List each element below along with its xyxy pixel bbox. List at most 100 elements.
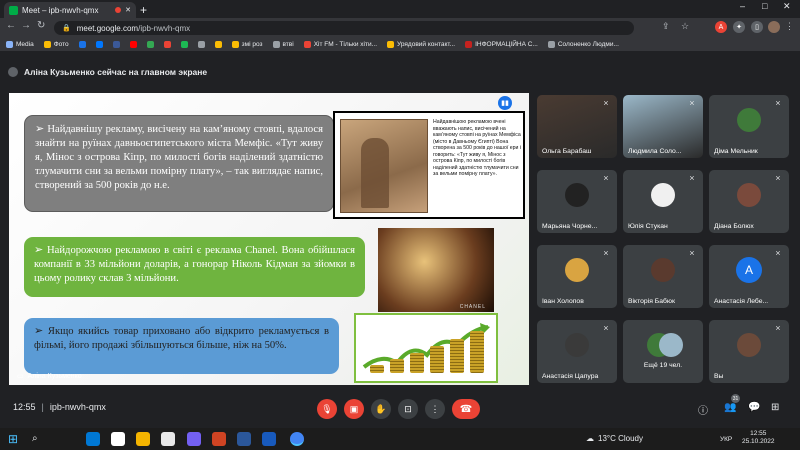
- bookmark-label: Фото: [53, 41, 69, 48]
- taskbar-app-icon[interactable]: [262, 432, 276, 446]
- participant-tile[interactable]: А ⨯ Анастасія Лебе...: [709, 245, 789, 308]
- participant-tile[interactable]: ⨯ Вы: [709, 320, 789, 383]
- bullet-arrow-icon: ➢: [35, 123, 48, 135]
- mic-muted-icon: ⨯: [689, 250, 695, 257]
- present-screen-button[interactable]: ⊡: [398, 399, 418, 419]
- browser-tab-meet[interactable]: Meet – ipb-nwvh-qmx ✕: [4, 2, 136, 18]
- sidebar-icon[interactable]: ▯: [751, 21, 763, 33]
- bookmark-item[interactable]: [95, 41, 103, 48]
- bookmark-item[interactable]: [129, 41, 137, 48]
- taskbar-app-icon[interactable]: [86, 432, 100, 446]
- address-bar[interactable]: 🔒 meet.google.com/ipb-nwvh-qmx: [54, 21, 634, 35]
- profile-avatar[interactable]: [768, 21, 780, 33]
- mic-off-button[interactable]: 🎙: [317, 399, 337, 419]
- mic-muted-icon: ⨯: [775, 250, 781, 257]
- screen-share-icon: ▭: [17, 373, 24, 380]
- bookmark-item[interactable]: Урядовий контакт...: [387, 41, 455, 48]
- participant-tile[interactable]: ⨯ Ольга Барабаш: [537, 95, 617, 158]
- taskbar-app-icon[interactable]: [187, 432, 201, 446]
- participant-name: Іван Холопов: [542, 298, 584, 305]
- search-icon[interactable]: ⌕: [32, 433, 38, 444]
- close-tab-icon[interactable]: ✕: [125, 6, 131, 14]
- slide-bullet-1: ➢ Найдавнішу рекламу, висічену на кам’ян…: [24, 115, 334, 212]
- taskbar-app-icon[interactable]: [212, 432, 226, 446]
- language-indicator[interactable]: УКР: [720, 436, 732, 443]
- bookmark-item[interactable]: [78, 41, 86, 48]
- bookmark-favicon-icon: [112, 41, 120, 48]
- bookmark-item[interactable]: Фото: [43, 41, 69, 48]
- stone-relief-picture: [340, 119, 428, 213]
- participant-tile[interactable]: ⨯ Анастасія Цапура: [537, 320, 617, 383]
- bookmark-item[interactable]: [163, 41, 171, 48]
- taskbar-app-icon[interactable]: [290, 432, 304, 446]
- bookmark-item[interactable]: [197, 41, 205, 48]
- weather-widget[interactable]: ☁ 13°C Cloudy: [586, 434, 643, 443]
- extension-abp-icon[interactable]: A: [715, 21, 727, 33]
- participant-name: Вікторія Бабюк: [628, 298, 675, 305]
- egyptian-relief-image: Найдавнішою рекламою вчені вважають напи…: [333, 111, 525, 219]
- extensions-puzzle-icon[interactable]: ✦: [733, 21, 745, 33]
- bookmark-item[interactable]: Солоненко Людми...: [547, 41, 619, 48]
- participant-name: Юлія Стукан: [628, 223, 668, 230]
- bookmark-star-icon[interactable]: ☆: [681, 21, 689, 32]
- participant-name: Марьяна Чорне...: [542, 223, 598, 230]
- participant-tile[interactable]: ⨯ Діма Мельник: [709, 95, 789, 158]
- participant-tile[interactable]: ⨯ Діана Болюх: [709, 170, 789, 233]
- bookmark-item[interactable]: [180, 41, 188, 48]
- bookmark-favicon-icon: [231, 41, 239, 48]
- close-window-button[interactable]: ✕: [783, 1, 791, 12]
- taskbar-app-icon[interactable]: [136, 432, 150, 446]
- activities-icon[interactable]: ⊞: [771, 402, 779, 413]
- bookmark-item[interactable]: втві: [272, 41, 294, 48]
- participant-tile[interactable]: ⨯ Людмила Соло...: [623, 95, 703, 158]
- bookmark-favicon-icon: [78, 41, 86, 48]
- bookmark-item[interactable]: [112, 41, 120, 48]
- chat-icon[interactable]: 💬: [748, 402, 760, 413]
- presenting-text: Аліна Кузьменко сейчас на главном экране: [24, 67, 208, 77]
- camera-off-button[interactable]: ▣: [344, 399, 364, 419]
- bookmark-item[interactable]: Media: [6, 41, 34, 48]
- bookmark-favicon-icon: [129, 41, 137, 48]
- participant-name: Ещё 19 чел.: [643, 362, 683, 369]
- taskbar-app-icon[interactable]: [161, 432, 175, 446]
- participant-avatar: [565, 183, 589, 207]
- maximize-button[interactable]: □: [762, 1, 767, 11]
- more-options-button[interactable]: ⋮: [425, 399, 445, 419]
- clock-time: 12:55: [750, 430, 767, 437]
- participant-avatar: [565, 333, 589, 357]
- minimize-button[interactable]: –: [740, 1, 745, 11]
- participant-avatar: [737, 108, 761, 132]
- coins-growth-image: [354, 313, 498, 383]
- back-arrow-icon[interactable]: ←: [6, 20, 16, 31]
- bookmark-label: втві: [282, 41, 294, 48]
- bookmark-item[interactable]: [146, 41, 154, 48]
- bookmark-favicon-icon: [43, 41, 51, 48]
- participant-tile[interactable]: Ещё 19 чел.: [623, 320, 703, 383]
- meeting-details-icon[interactable]: ⓘ: [698, 402, 708, 417]
- more-menu-icon[interactable]: ⋮: [785, 21, 794, 32]
- raise-hand-button[interactable]: ✋: [371, 399, 391, 419]
- participant-tile[interactable]: ⨯ Іван Холопов: [537, 245, 617, 308]
- bookmark-item[interactable]: [214, 41, 222, 48]
- system-clock[interactable]: 12:55 25.10.2022: [742, 430, 775, 447]
- start-windows-icon[interactable]: ⊞: [8, 432, 18, 446]
- bookmark-item[interactable]: змі роз: [231, 41, 263, 48]
- bookmark-label: Media: [16, 41, 34, 48]
- new-tab-button[interactable]: +: [140, 3, 147, 17]
- participant-tile[interactable]: ⨯ Вікторія Бабюк: [623, 245, 703, 308]
- mic-muted-icon: ⨯: [689, 100, 695, 107]
- participant-tile[interactable]: ⨯ Юлія Стукан: [623, 170, 703, 233]
- leave-call-button[interactable]: ☎: [452, 399, 480, 419]
- taskbar-app-icon[interactable]: [111, 432, 125, 446]
- share-icon[interactable]: ⇪: [662, 21, 670, 32]
- participant-tile[interactable]: ⨯ Марьяна Чорне...: [537, 170, 617, 233]
- people-icon[interactable]: 👥: [724, 402, 736, 413]
- reload-icon[interactable]: ↻: [37, 20, 45, 31]
- forward-arrow-icon[interactable]: →: [21, 20, 31, 31]
- url-path: /ipb-nwvh-qmx: [138, 23, 191, 33]
- bookmark-item[interactable]: Хіт FM - Тільки хіти...: [303, 41, 377, 48]
- taskbar-app-icon[interactable]: [237, 432, 251, 446]
- bookmark-item[interactable]: ІНФОРМАЦІЙНА С...: [465, 41, 538, 48]
- bookmark-favicon-icon: [95, 41, 103, 48]
- recording-dot-icon: [115, 7, 122, 13]
